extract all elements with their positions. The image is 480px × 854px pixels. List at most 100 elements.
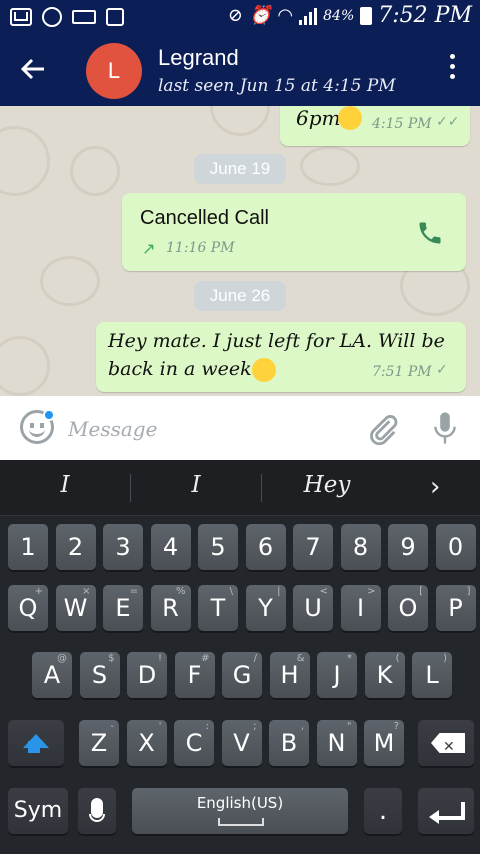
battery-icon [360, 6, 373, 25]
key-9[interactable]: 9 [388, 524, 428, 570]
key-m[interactable]: M? [364, 720, 404, 766]
key-label: S [91, 661, 108, 689]
key-i[interactable]: I > [340, 585, 381, 631]
key-8[interactable]: 8 [340, 524, 381, 570]
key-2[interactable]: 2 [55, 524, 96, 570]
key-7[interactable]: 7 [293, 524, 333, 570]
chat-area[interactable]: 6pm 4:15 PM ✓✓ June 19 Cancelled Call ↗ … [0, 106, 480, 396]
space-bar[interactable]: English(US) [132, 788, 348, 834]
attachment-icon[interactable] [366, 412, 400, 446]
image-notification-icon [106, 8, 124, 26]
enter-icon [429, 802, 465, 824]
key-5[interactable]: 5 [198, 524, 238, 570]
key-b[interactable]: B, [269, 720, 309, 766]
suggestion-item[interactable]: I [0, 472, 130, 498]
message-time: 7:51 PM [372, 364, 432, 380]
key-secondary-label: % [175, 586, 186, 597]
backspace-key[interactable] [418, 720, 474, 766]
suggestion-item[interactable]: Hey [262, 472, 392, 498]
key-secondary-label: ( [395, 653, 400, 664]
key-label: P [448, 594, 463, 622]
shift-key[interactable] [8, 720, 64, 766]
message-text-line: Hey mate. I just left for LA. Will be [108, 330, 445, 352]
whatsapp-notification-icon [42, 7, 62, 27]
key-secondary-label: = [129, 586, 138, 597]
suggestion-item[interactable]: I [131, 472, 261, 498]
key-r[interactable]: R% [150, 585, 191, 631]
key-o[interactable]: O[ [388, 585, 428, 631]
outgoing-message[interactable]: 6pm 4:15 PM ✓✓ [280, 106, 470, 146]
key-h[interactable]: H & [269, 652, 310, 698]
wifi-icon: ◠ [277, 5, 294, 26]
key-c[interactable]: C: [174, 720, 214, 766]
chat-header: L Legrand last seen Jun 15 at 4:15 PM [0, 34, 480, 106]
key-d[interactable]: D! [127, 652, 167, 698]
key-j[interactable]: J * [317, 652, 357, 698]
key-4[interactable]: 4 [150, 524, 191, 570]
key-label: 2 [67, 533, 84, 561]
message-composer [0, 396, 480, 460]
key-l[interactable]: L) [412, 652, 452, 698]
key-e[interactable]: E = [103, 585, 143, 631]
period-key[interactable]: . [364, 788, 402, 834]
chevron-right-icon[interactable]: › [430, 472, 440, 502]
key-s[interactable]: S $ [79, 652, 120, 698]
space-bar-label: English(US) [196, 794, 284, 812]
key-secondary-label: [ [419, 586, 423, 597]
key-secondary-label: ? [393, 721, 399, 732]
key-label: D [137, 661, 157, 689]
key-f[interactable]: F # [174, 652, 215, 698]
key-secondary-label: ) [443, 653, 447, 664]
key-label: J [333, 661, 341, 689]
last-seen-status: last seen Jun 15 at 4:15 PM [158, 76, 396, 96]
key-6[interactable]: 6 [245, 524, 286, 570]
key-k[interactable]: K( [364, 652, 405, 698]
key-label: G [232, 661, 252, 689]
outgoing-message[interactable]: Hey mate. I just left for LA. Will be ba… [96, 322, 466, 392]
key-secondary-label: : [205, 721, 209, 732]
key-v[interactable]: V; [221, 720, 262, 766]
key-z[interactable]: Z- [79, 720, 119, 766]
key-q[interactable]: Q + [8, 585, 48, 631]
key-y[interactable]: Y | [245, 585, 286, 631]
message-input[interactable] [68, 414, 348, 444]
key-p[interactable]: P] [435, 585, 476, 631]
avatar[interactable]: L [86, 43, 142, 99]
key-secondary-label: $ [108, 653, 115, 664]
contact-name[interactable]: Legrand [158, 45, 239, 71]
key-x[interactable]: X ' [126, 720, 167, 766]
key-label: 0 [447, 533, 464, 561]
voice-input-key[interactable] [78, 788, 116, 834]
sym-key[interactable]: Sym [8, 788, 68, 834]
wallpaper-doodle [70, 146, 120, 196]
key-g[interactable]: G / [222, 652, 262, 698]
microphone-icon[interactable] [430, 410, 460, 446]
key-n[interactable]: N " [316, 720, 357, 766]
key-secondary-label: \ [229, 586, 233, 597]
message-text-line: back in a week [108, 358, 252, 380]
key-secondary-label: " [346, 721, 352, 732]
battery-percent: 84% [323, 7, 355, 24]
key-label: 8 [352, 533, 369, 561]
message-time: 11:16 PM [166, 240, 235, 256]
key-a[interactable]: A @ [32, 652, 72, 698]
mail-notification-icon [10, 8, 32, 26]
space-icon [218, 818, 264, 826]
key-u[interactable]: U < [293, 585, 333, 631]
key-t[interactable]: T \ [198, 585, 238, 631]
key-1[interactable]: 1 [8, 524, 48, 570]
key-label: A [43, 661, 61, 689]
key-secondary-label: & [296, 653, 305, 664]
key-0[interactable]: 0 [435, 524, 476, 570]
key-3[interactable]: 3 [103, 524, 143, 570]
enter-key[interactable] [418, 788, 474, 834]
call-message[interactable]: Cancelled Call ↗ 11:16 PM [122, 193, 466, 271]
back-arrow-icon[interactable] [18, 54, 54, 86]
key-secondary-label: ] [466, 586, 471, 597]
phone-icon[interactable] [416, 219, 444, 247]
overflow-menu-icon[interactable] [440, 54, 464, 86]
key-label: Y [258, 594, 273, 622]
key-secondary-label: # [201, 653, 210, 664]
key-w[interactable]: W × [55, 585, 96, 631]
key-label: H [280, 661, 299, 689]
